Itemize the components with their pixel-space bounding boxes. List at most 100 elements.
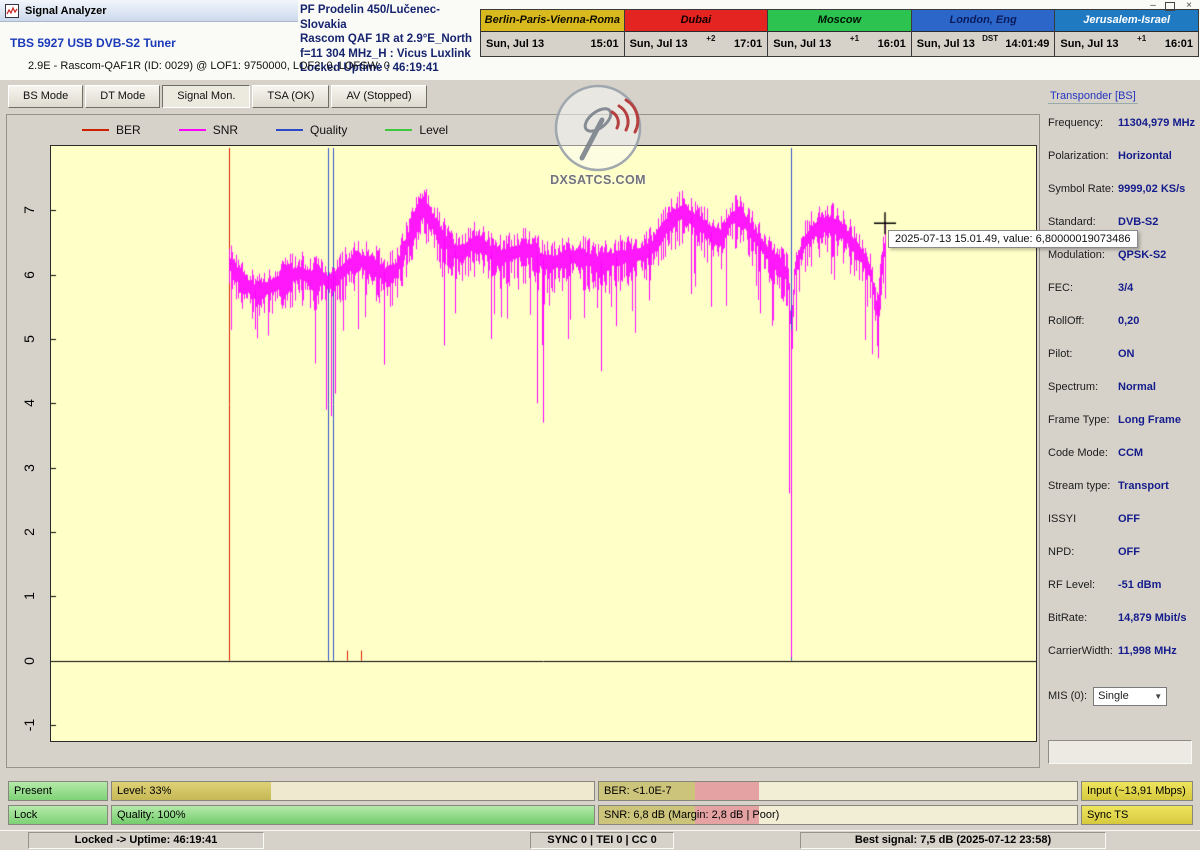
station-info-line: PF Prodelin 450/Lučenec-Slovakia — [300, 3, 480, 32]
field-value: 9999,02 KS/s — [1118, 183, 1185, 216]
bar-segment — [695, 782, 760, 800]
transponder-field-row: Code Mode:CCM — [1048, 447, 1198, 480]
field-value: 11304,979 MHz — [1118, 117, 1195, 150]
transponder-field-row: BitRate:14,879 Mbit/s — [1048, 612, 1198, 645]
field-value: Transport — [1118, 480, 1169, 513]
chart-legend: BERSNRQualityLevel — [82, 118, 448, 141]
clock-offset: +1 — [831, 32, 877, 43]
legend-color-line — [276, 129, 303, 131]
level-bar-label: Level: 33% — [117, 782, 171, 800]
y-axis-label: 1 — [19, 586, 39, 606]
ber-bar: BER: <1.0E-7 — [598, 781, 1078, 801]
input-indicator: Input (~13,91 Mbps) — [1081, 781, 1193, 801]
transponder-panel-title: Transponder [BS] — [1048, 89, 1138, 104]
clock-date: Sun, Jul 13 — [1060, 38, 1118, 50]
mode-tabs: BS Mode DT Mode Signal Mon. TSA (OK) AV … — [8, 85, 427, 108]
field-label: CarrierWidth: — [1048, 645, 1118, 678]
panel-footer-box — [1048, 740, 1192, 764]
field-label: NPD: — [1048, 546, 1118, 579]
window-controls: – × — [1147, 0, 1195, 11]
clock-city-label: Moscow — [768, 10, 911, 32]
y-axis-label: 7 — [19, 200, 39, 220]
transponder-field-row: Pilot:ON — [1048, 348, 1198, 381]
clock-city-label: Berlin-Paris-Vienna-Roma — [481, 10, 624, 32]
field-value: 0,20 — [1118, 315, 1139, 348]
clock-city-label: London, Eng — [912, 10, 1055, 32]
clock-city-label: Jerusalem-Israel — [1055, 10, 1198, 32]
window-titlebar: Signal Analyzer — [0, 0, 298, 22]
mis-dropdown[interactable]: Single ▼ — [1093, 687, 1167, 706]
legend-color-line — [179, 129, 206, 131]
tab-av[interactable]: AV (Stopped) — [331, 85, 426, 108]
transponder-field-row: Modulation:QPSK-S2 — [1048, 249, 1198, 282]
clock-offset: DST — [975, 32, 1005, 43]
tuner-title: TBS 5927 USB DVB-S2 Tuner — [10, 36, 176, 50]
clock-time: 16:01 — [878, 38, 906, 50]
status-row-bottom: Lock Quality: 100% SNR: 6,8 dB (Margin: … — [0, 805, 1200, 825]
restore-button[interactable] — [1165, 0, 1177, 11]
mis-value: Single — [1098, 690, 1129, 702]
field-label: BitRate: — [1048, 612, 1118, 645]
statusbar-best-signal: Best signal: 7,5 dB (2025-07-12 23:58) — [800, 832, 1106, 849]
legend-color-line — [82, 129, 109, 131]
transponder-field-row: Spectrum:Normal — [1048, 381, 1198, 414]
field-value: QPSK-S2 — [1118, 249, 1166, 282]
field-label: ISSYI — [1048, 513, 1118, 546]
y-axis-label: 4 — [19, 393, 39, 413]
clock-offset: +2 — [688, 32, 734, 43]
field-value: OFF — [1118, 546, 1140, 579]
minimize-button[interactable]: – — [1147, 0, 1159, 11]
tab-dt-mode[interactable]: DT Mode — [85, 85, 160, 108]
signal-chart-panel: BERSNRQualityLevel 76543210-1 — [6, 114, 1040, 768]
present-indicator: Present — [8, 781, 108, 801]
clock-date: Sun, Jul 13 — [486, 38, 544, 50]
legend-item-quality: Quality — [276, 123, 347, 137]
field-value: -51 dBm — [1118, 579, 1161, 612]
y-axis-label: 3 — [19, 458, 39, 478]
tab-tsa[interactable]: TSA (OK) — [252, 85, 329, 108]
transponder-field-row: NPD:OFF — [1048, 546, 1198, 579]
clock-time: 16:01 — [1165, 38, 1193, 50]
field-label: RollOff: — [1048, 315, 1118, 348]
clock-offset — [544, 32, 590, 34]
clock-time: 17:01 — [734, 38, 762, 50]
transponder-fields: Frequency:11304,979 MHzPolarization:Hori… — [1048, 117, 1198, 678]
statusbar-uptime: Locked -> Uptime: 46:19:41 — [28, 832, 264, 849]
level-bar: Level: 33% — [111, 781, 595, 801]
tab-signal-mon[interactable]: Signal Mon. — [162, 85, 250, 108]
mis-label: MIS (0): — [1048, 690, 1087, 702]
field-value: CCM — [1118, 447, 1143, 480]
field-value: Long Frame — [1118, 414, 1181, 447]
field-value: Horizontal — [1118, 150, 1172, 183]
chevron-down-icon: ▼ — [1154, 692, 1162, 701]
snr-bar: SNR: 6,8 dB (Margin: 2,8 dB | Poor) — [598, 805, 1078, 825]
field-value: OFF — [1118, 513, 1140, 546]
field-value: 11,998 MHz — [1118, 645, 1177, 678]
chart-tooltip: 2025-07-13 15.01.49, value: 6,8000001907… — [888, 230, 1138, 248]
clock-date: Sun, Jul 13 — [630, 38, 688, 50]
transponder-field-row: RollOff:0,20 — [1048, 315, 1198, 348]
clock-berlin: Berlin-Paris-Vienna-Roma Sun, Jul 13 15:… — [480, 9, 625, 57]
tuning-info: 2.9E - Rascom-QAF1R (ID: 0029) @ LOF1: 9… — [28, 60, 390, 72]
field-label: Polarization: — [1048, 150, 1118, 183]
tab-bs-mode[interactable]: BS Mode — [8, 85, 83, 108]
bar-segment — [759, 806, 1077, 824]
transponder-field-row: RF Level:-51 dBm — [1048, 579, 1198, 612]
clock-date: Sun, Jul 13 — [773, 38, 831, 50]
transponder-field-row: Stream type:Transport — [1048, 480, 1198, 513]
status-row-top: Present Level: 33% BER: <1.0E-7 Input (~… — [0, 781, 1200, 801]
transponder-field-row: Symbol Rate:9999,02 KS/s — [1048, 183, 1198, 216]
field-label: Stream type: — [1048, 480, 1118, 513]
close-button[interactable]: × — [1183, 0, 1195, 11]
signal-analyzer-window: Signal Analyzer – × PF Prodelin 450/Luče… — [0, 0, 1200, 850]
clock-date: Sun, Jul 13 — [917, 38, 975, 50]
y-axis-label: 6 — [19, 265, 39, 285]
field-label: Pilot: — [1048, 348, 1118, 381]
statusbar-sync-counters: SYNC 0 | TEI 0 | CC 0 — [530, 832, 674, 849]
transponder-field-row: Frequency:11304,979 MHz — [1048, 117, 1198, 150]
field-value: ON — [1118, 348, 1135, 381]
field-label: Frequency: — [1048, 117, 1118, 150]
transponder-field-row: Polarization:Horizontal — [1048, 150, 1198, 183]
bar-segment — [759, 782, 1077, 800]
legend-label: SNR — [213, 123, 238, 137]
